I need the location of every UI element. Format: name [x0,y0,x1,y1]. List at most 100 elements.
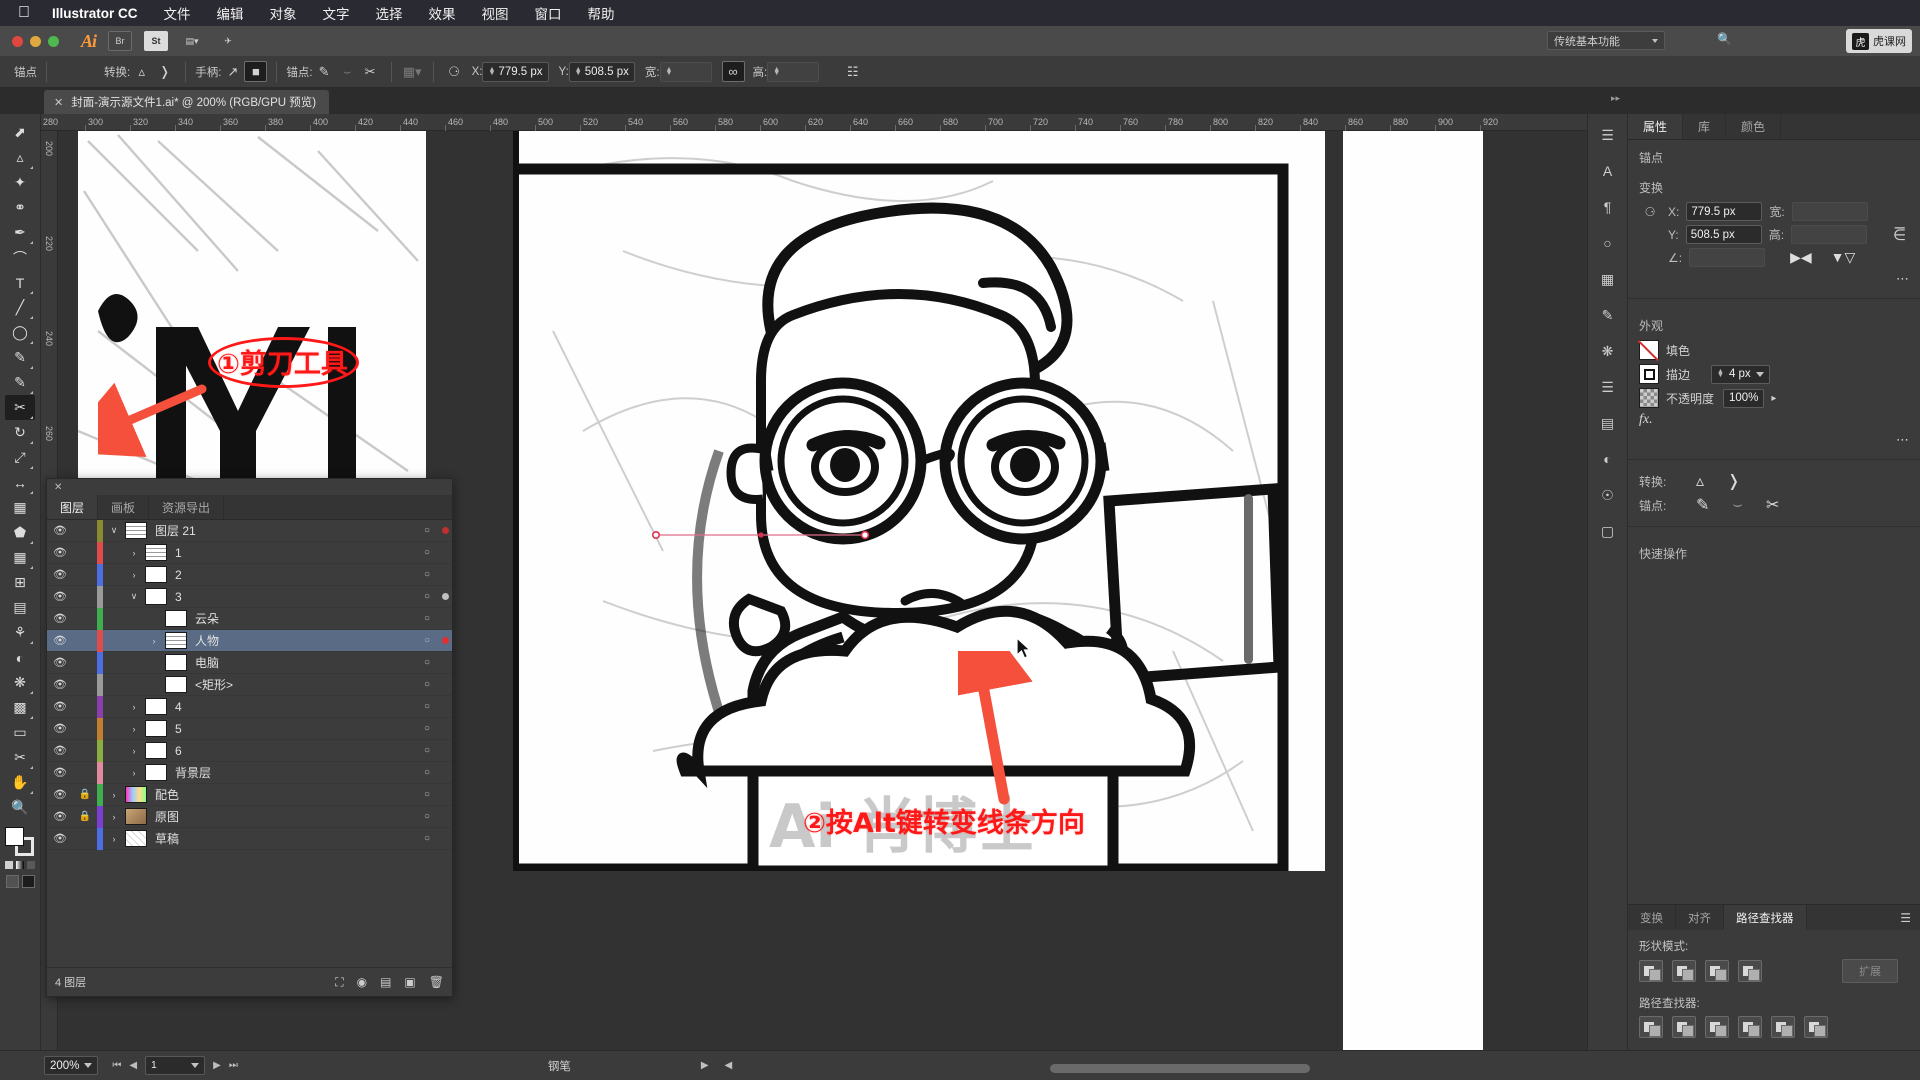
panel-menu-icon[interactable]: ☰ [1900,905,1920,930]
layer-target-icon[interactable]: ○ [416,745,438,756]
layer-row[interactable]: 👁 电脑 ○ [47,651,452,674]
pathfinder-panel-tabs[interactable]: 变换 对齐 路径查找器 ☰ [1628,905,1920,930]
prev-icon[interactable]: ◀ [725,1060,733,1071]
tab-color[interactable]: 颜色 [1726,114,1782,139]
color-mode-buttons[interactable] [5,861,35,869]
flip-vertical-icon[interactable]: ▼▽ [1831,249,1856,266]
layer-visibility-icon[interactable]: 👁 [47,810,73,823]
layer-name-label[interactable]: 原图 [155,808,416,825]
layer-target-icon[interactable]: ○ [416,613,438,624]
connect-anchors-icon[interactable]: ⌣ [1732,496,1743,514]
menu-item-help[interactable]: 帮助 [588,3,615,23]
stroke-swatch[interactable] [1639,364,1659,384]
menu-item-edit[interactable]: 编辑 [217,3,244,23]
chevron-right-icon[interactable]: › [123,724,145,734]
layer-target-icon[interactable]: ○ [416,789,438,800]
close-window-button[interactable] [12,35,23,47]
layer-visibility-icon[interactable]: 👁 [47,766,73,779]
cloud-sync-icon[interactable]: ✈ [216,31,240,51]
layer-name-label[interactable]: 1 [175,546,416,560]
gradient-tool[interactable]: ▤ [5,595,35,620]
close-icon[interactable]: ✕ [54,96,63,109]
layers-panel[interactable]: ✕ 图层 画板 资源导出 👁 ∨ 图层 21 ○ 👁 › 1 ○ 👁 › 2 ○ 👁 ∨ 3 ○ 👁 云朵 ○ 👁 › 人… [46,478,453,997]
menu-item-file[interactable]: 文件 [164,3,191,23]
unlink-icon[interactable]: ⋶ [1893,226,1906,244]
opacity-swatch[interactable] [1639,388,1659,408]
gradient-button[interactable] [16,861,24,869]
new-layer-icon[interactable]: ▣ [404,975,415,989]
swatches-dock-icon[interactable]: ▦ [1595,268,1621,290]
paragraph-dock-icon[interactable]: ¶ [1595,196,1621,218]
zoom-level-input[interactable]: 200% [44,1056,99,1075]
x-input[interactable]: 779.5 px [1686,202,1763,221]
reference-point-icon[interactable]: ⚆ [1639,205,1661,219]
layer-visibility-icon[interactable]: 👁 [47,678,73,691]
layer-visibility-icon[interactable]: 👁 [47,744,73,757]
prev-page-icon[interactable]: ◀ [129,1060,137,1071]
free-transform-tool[interactable]: ▦ [5,495,35,520]
chevron-right-icon[interactable]: › [123,548,145,558]
isolate-object-icon[interactable]: ▦▾ [401,61,424,82]
layer-target-icon[interactable]: ○ [416,679,438,690]
show-handles-icon[interactable]: ↗ [221,61,244,82]
chevron-right-icon[interactable]: › [143,636,165,646]
color-dock-icon[interactable]: ○ [1595,232,1621,254]
chevron-down-icon[interactable]: ∨ [103,525,125,536]
screen-mode-buttons[interactable] [5,875,35,888]
tab-layers[interactable]: 图层 [47,495,99,519]
layers-list[interactable]: 👁 ∨ 图层 21 ○ 👁 › 1 ○ 👁 › 2 ○ 👁 ∨ 3 ○ 👁 云朵 ○ 👁 › 人物 ○ 👁 电脑 ○ 👁 <矩形> ○ 👁… [47,520,452,967]
layer-target-icon[interactable]: ○ [416,657,438,668]
layer-visibility-icon[interactable]: 👁 [47,700,73,713]
next-page-icon[interactable]: ▶ [213,1060,221,1071]
layer-target-icon[interactable]: ○ [416,833,438,844]
opacity-input[interactable]: 100% [1723,388,1765,408]
convert-to-corner-icon[interactable]: ▵ [130,61,153,82]
remove-anchor-icon[interactable]: ✎ [313,61,336,82]
symbols-dock-icon[interactable]: ❋ [1595,340,1621,362]
layer-row[interactable]: 👁 › 6 ○ [47,739,452,762]
layer-target-icon[interactable]: ○ [416,635,438,646]
chevron-right-icon[interactable]: › [123,702,145,712]
panel-dock-strip[interactable]: ☰ A ¶ ○ ▦ ✎ ❋ ☰ ▤ ◐ ☉ ▢ [1587,114,1627,1050]
layer-visibility-icon[interactable]: 👁 [47,634,73,647]
menu-item-window[interactable]: 窗口 [535,3,562,23]
align-options-icon[interactable]: ☷ [841,61,864,82]
minimize-window-button[interactable] [30,35,41,47]
scale-tool[interactable]: ⤢ [5,445,35,470]
fill-swatch[interactable] [5,827,24,846]
artboard-number-input[interactable]: 1 [145,1056,206,1075]
tab-artboards[interactable]: 画板 [98,495,150,519]
layer-visibility-icon[interactable]: 👁 [47,546,73,559]
fx-icon[interactable]: fx. [1639,412,1653,428]
y-input[interactable]: ▲ ▼ 508.5 px [568,61,635,82]
none-button[interactable] [27,861,35,869]
layer-name-label[interactable]: 配色 [155,786,416,803]
direct-selection-tool[interactable]: ▵ [5,145,35,170]
layer-target-icon[interactable]: ○ [416,767,438,778]
lasso-tool[interactable]: ⚭ [5,195,35,220]
perspective-grid-tool[interactable]: ▦ [5,545,35,570]
play-icon[interactable]: ▶ [701,1060,709,1071]
flip-horizontal-icon[interactable]: ▶◀ [1790,249,1812,266]
maximize-window-button[interactable] [48,35,59,47]
canvas-horizontal-scrollbar[interactable] [900,1064,1580,1073]
type-tool[interactable]: T [5,270,35,295]
fill-stroke-swatches[interactable] [5,827,35,857]
width-input[interactable]: ▲ ▼ [659,61,712,82]
window-controls[interactable] [0,35,59,47]
artboard-main[interactable]: Ai 肖博士 [513,131,1325,871]
shape-builder-tool[interactable]: ⬟ [5,520,35,545]
height-input[interactable] [1791,225,1868,244]
merge-icon[interactable] [1705,1016,1729,1038]
layer-lock-icon[interactable]: 🔒 [73,811,97,822]
artboard-tool[interactable]: ▭ [5,720,35,745]
arrange-documents-button[interactable]: ▤▾ [180,31,204,51]
new-sublayer-icon[interactable]: ▤ [380,975,391,989]
ellipse-tool[interactable]: ◯ [5,320,35,345]
pathfinders-row[interactable] [1628,1016,1920,1050]
connect-anchors-icon[interactable]: ⌣ [336,61,359,82]
mesh-tool[interactable]: ⊞ [5,570,35,595]
curvature-tool[interactable]: ⌒ [5,245,35,270]
layer-target-icon[interactable]: ○ [416,701,438,712]
full-screen-mode-button[interactable] [21,875,35,888]
